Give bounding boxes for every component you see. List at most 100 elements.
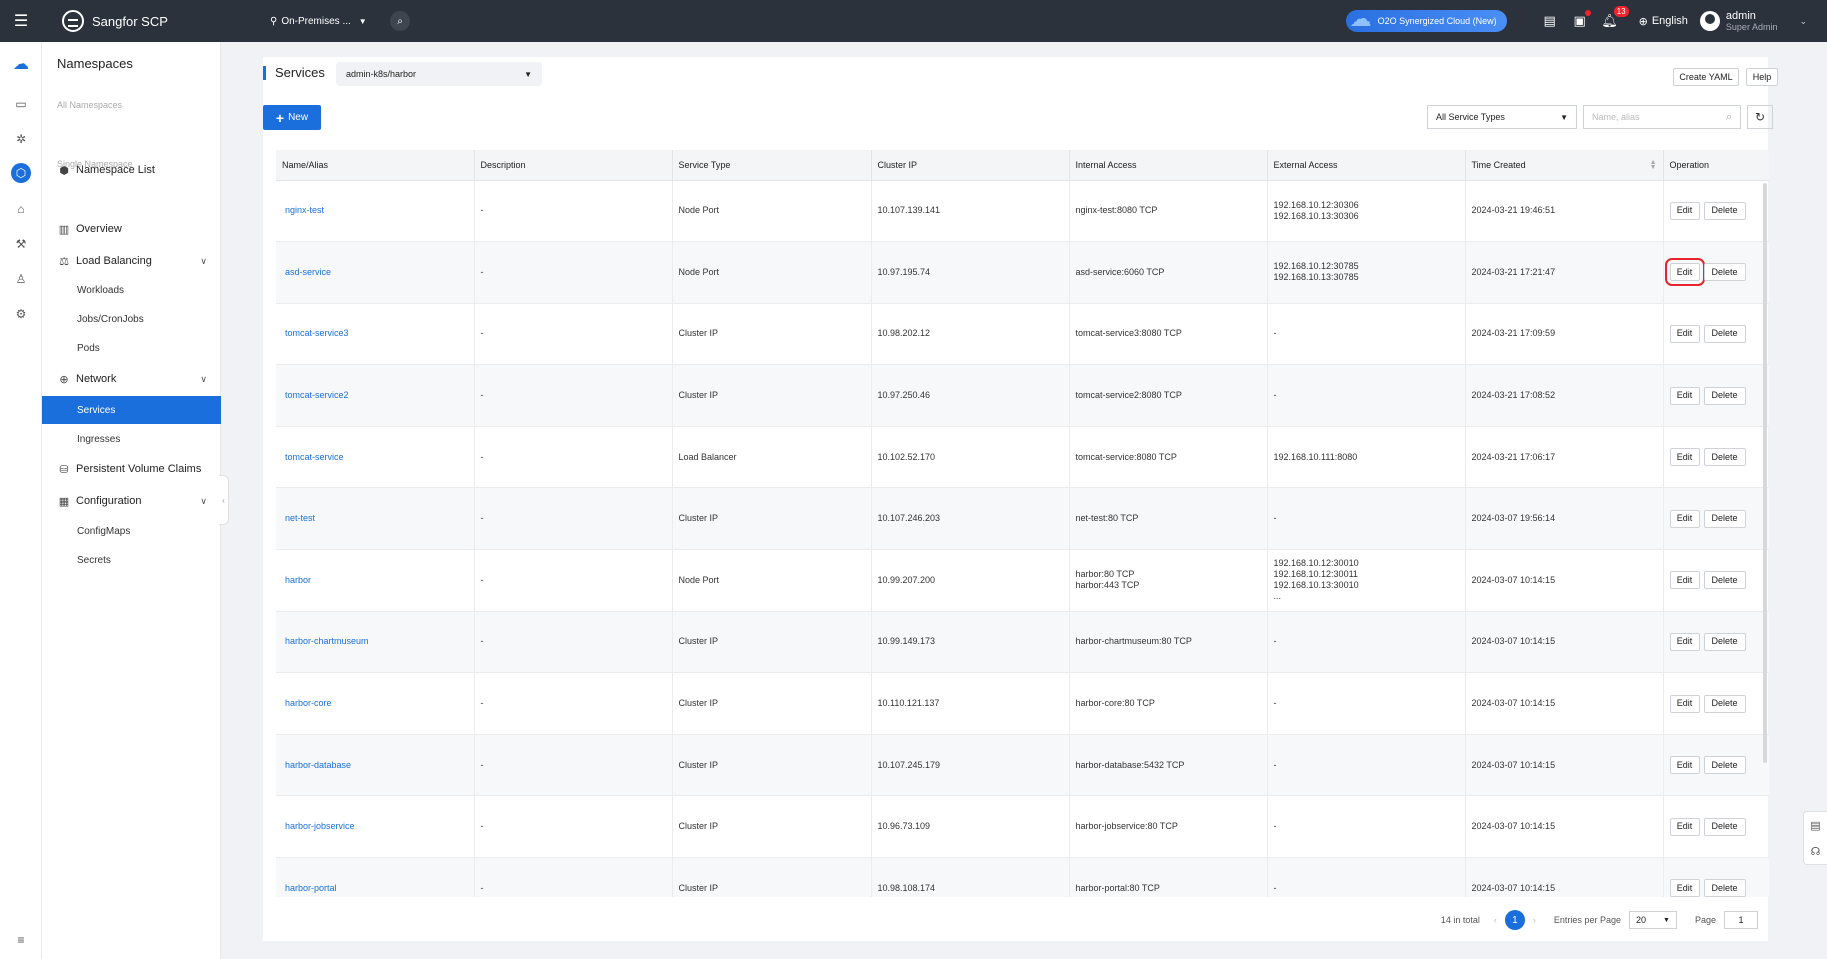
sort-icon[interactable]: ▲ ▼ xyxy=(1650,159,1657,171)
delete-button[interactable]: Delete xyxy=(1703,201,1746,220)
edit-button[interactable]: Edit xyxy=(1669,324,1700,343)
cell-type: Node Port xyxy=(672,241,872,304)
sidebar-item-configmaps[interactable]: ConfigMaps xyxy=(42,517,221,545)
table-header-row: Name/Alias Description Service Type Cluster… xyxy=(276,150,1769,181)
environment-selector[interactable]: ⚲ On-Premises ... ▼ xyxy=(270,16,378,27)
edit-button[interactable]: Edit xyxy=(1669,386,1700,405)
icon-rail: ☁ ▭ ✲ ⬡ ⌂ ⚒ ♙ ⚙ ≡ xyxy=(0,42,42,959)
notes-icon[interactable]: ▤ xyxy=(1810,819,1820,832)
cell-time: 2024-03-21 17:06:17 xyxy=(1465,426,1664,489)
delete-button[interactable]: Delete xyxy=(1703,756,1746,775)
service-name-link[interactable]: asd-service xyxy=(282,267,331,277)
edit-button[interactable]: Edit xyxy=(1669,201,1700,220)
namespace-selector[interactable]: admin-k8s/harbor ▼ xyxy=(336,62,542,86)
settings-icon[interactable]: ⚙ xyxy=(11,304,31,324)
service-name-link[interactable]: harbor-core xyxy=(282,698,332,708)
o2o-cloud-button[interactable]: O2O Synergized Cloud (New) xyxy=(1345,6,1507,32)
support-headset-icon[interactable]: ☊ xyxy=(1811,845,1821,858)
service-name-link[interactable]: harbor-portal xyxy=(282,883,337,893)
page-button-current[interactable]: 1 xyxy=(1504,910,1525,930)
edit-button[interactable]: Edit xyxy=(1669,509,1700,528)
sidebar-item-pods[interactable]: Pods xyxy=(42,334,221,362)
language-selector[interactable]: ⊕ English xyxy=(1639,15,1688,28)
next-page-icon[interactable]: › xyxy=(1533,915,1536,925)
service-name-link[interactable]: harbor-chartmuseum xyxy=(282,636,369,646)
service-name-link[interactable]: tomcat-service xyxy=(282,452,344,462)
internal-access-line: tomcat-service:8080 TCP xyxy=(1075,451,1177,462)
edit-button[interactable]: Edit xyxy=(1669,694,1700,713)
delete-button[interactable]: Delete xyxy=(1703,817,1746,836)
sidebar-item-services[interactable]: Services xyxy=(42,396,221,424)
sidebar-item-load-balancing[interactable]: ⚖ Load Balancing ∨ xyxy=(42,247,221,275)
service-name-link[interactable]: tomcat-service3 xyxy=(282,328,349,338)
delete-button[interactable]: Delete xyxy=(1703,879,1746,897)
prev-page-icon[interactable]: ‹ xyxy=(1494,915,1497,925)
search-input[interactable]: Name, alias ⌕ xyxy=(1583,105,1741,129)
list-icon[interactable]: ▤ xyxy=(1541,12,1559,30)
hamburger-menu-icon[interactable]: ☰ xyxy=(0,0,42,42)
new-button[interactable]: + New xyxy=(263,105,321,130)
delete-button[interactable]: Delete xyxy=(1703,571,1746,590)
service-name-link[interactable]: tomcat-service2 xyxy=(282,390,349,400)
sidebar-item-jobs[interactable]: Jobs/CronJobs xyxy=(42,305,221,333)
global-search-icon[interactable]: ⌕ xyxy=(390,11,410,31)
page-number-input[interactable]: 1 xyxy=(1724,911,1758,929)
edit-button[interactable]: Edit xyxy=(1669,817,1700,836)
brand-logo[interactable]: Sangfor SCP xyxy=(62,10,222,32)
delete-button[interactable]: Delete xyxy=(1703,324,1746,343)
sidebar-item-ingresses[interactable]: Ingresses xyxy=(42,425,221,453)
help-button[interactable]: Help xyxy=(1746,68,1778,86)
page-size-select[interactable]: 20 ▼ xyxy=(1628,911,1677,929)
user-menu[interactable]: admin Super Admin ⌄ xyxy=(1699,10,1807,33)
edit-button[interactable]: Edit xyxy=(1669,632,1700,651)
cell-desc: - xyxy=(474,734,673,797)
pagination: 14 in total ‹ 1 › Entries per Page 20 ▼ … xyxy=(1441,910,1758,930)
edit-button[interactable]: Edit xyxy=(1669,571,1700,590)
task-icon[interactable]: ▣ xyxy=(1571,10,1591,30)
create-yaml-button[interactable]: Create YAML xyxy=(1673,68,1739,86)
cell-external: 192.168.10.12:30785 192.168.10.13:30785 xyxy=(1267,241,1466,304)
edit-button[interactable]: Edit xyxy=(1669,879,1700,897)
column-header-label: Description xyxy=(480,159,526,170)
cluster-icon[interactable]: ✲ xyxy=(11,129,31,149)
service-type-filter[interactable]: All Service Types ▼ xyxy=(1427,105,1577,129)
column-header-label: Cluster IP xyxy=(877,159,918,170)
service-name-link[interactable]: harbor xyxy=(282,575,311,585)
table-row: harbor - Node Port 10.99.207.200 harbor:80 T… xyxy=(276,549,1769,612)
service-name-link[interactable]: nginx-test xyxy=(282,205,324,215)
cell-ip: 10.107.246.203 xyxy=(871,487,1070,551)
sidebar-item-secrets[interactable]: Secrets xyxy=(42,546,221,574)
edit-button[interactable]: Edit xyxy=(1669,448,1700,467)
sidebar-item-overview[interactable]: ▥ Overview xyxy=(42,215,221,243)
sidebar-item-pvc[interactable]: ⛁ Persistent Volume Claims xyxy=(42,455,221,483)
delete-button[interactable]: Delete xyxy=(1703,448,1746,467)
edit-button[interactable]: Edit xyxy=(1664,258,1705,287)
delete-button[interactable]: Delete xyxy=(1703,509,1746,528)
user-icon[interactable]: ♙ xyxy=(11,269,31,289)
cloud-icon[interactable]: ☁ xyxy=(11,54,31,74)
sidebar-item-network[interactable]: ⊕ Network ∨ xyxy=(42,365,221,393)
sidebar-item-configuration[interactable]: ▦ Configuration ∨ xyxy=(42,487,221,515)
caret-down-icon: ▼ xyxy=(1663,916,1670,924)
service-name-link[interactable]: harbor-database xyxy=(282,760,351,770)
delete-button[interactable]: Delete xyxy=(1703,632,1746,651)
refresh-button[interactable]: ↻ xyxy=(1747,105,1773,129)
delete-button[interactable]: Delete xyxy=(1703,386,1746,405)
storage-icon[interactable]: ⌂ xyxy=(11,199,31,219)
bell-icon[interactable]: 🔔︎ 13 xyxy=(1601,6,1629,30)
monitor-icon[interactable]: ▭ xyxy=(11,94,31,114)
sidebar-collapse-handle[interactable]: ‹ xyxy=(219,475,229,525)
tools-icon[interactable]: ⚒ xyxy=(11,234,31,254)
namespace-icon[interactable]: ⬡ xyxy=(11,163,31,183)
delete-button[interactable]: Delete xyxy=(1703,263,1746,282)
table-scrollbar[interactable] xyxy=(1763,183,1767,763)
cell-type: Cluster IP xyxy=(672,672,872,735)
edit-button[interactable]: Edit xyxy=(1669,756,1700,775)
sidebar-item-workloads[interactable]: Workloads xyxy=(42,276,221,304)
service-name-link[interactable]: net-test xyxy=(282,513,315,523)
column-header-label: Internal Access xyxy=(1075,159,1137,170)
collapse-menu-icon[interactable]: ≡ xyxy=(11,930,31,950)
delete-button[interactable]: Delete xyxy=(1703,694,1746,713)
cell-desc: - xyxy=(474,672,673,735)
service-name-link[interactable]: harbor-jobservice xyxy=(282,821,355,831)
